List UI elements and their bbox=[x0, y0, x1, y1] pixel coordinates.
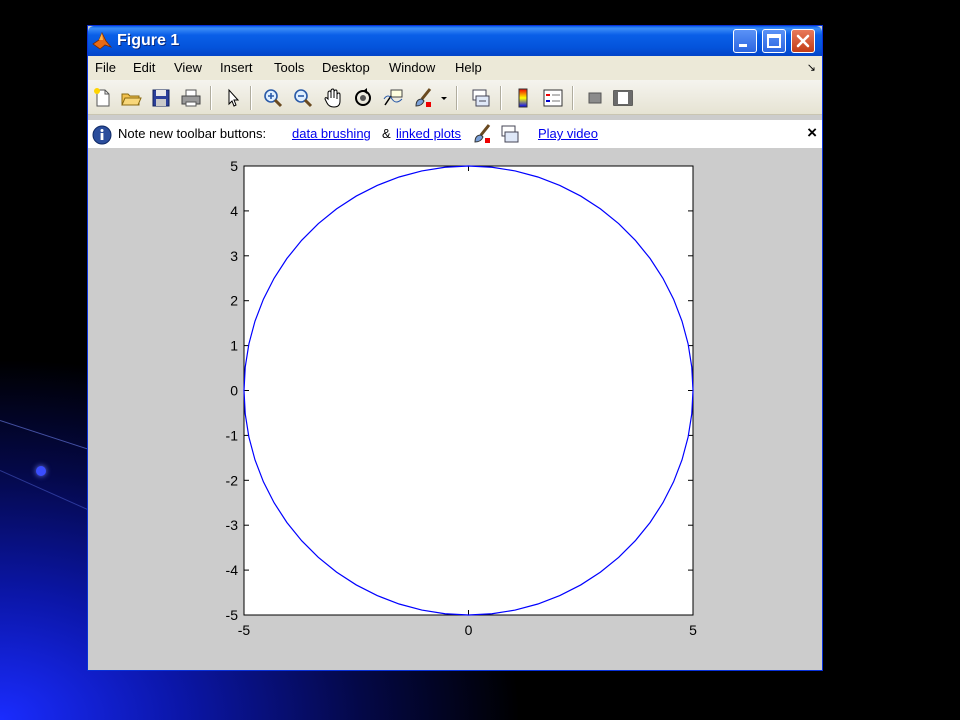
zoom-out-icon[interactable] bbox=[292, 87, 314, 109]
toolbar-separator bbox=[572, 86, 573, 110]
y-tick-label: -1 bbox=[226, 427, 239, 443]
open-folder-icon[interactable] bbox=[120, 87, 142, 109]
y-tick-label: 2 bbox=[230, 293, 238, 309]
play-video-link[interactable]: Play video bbox=[538, 126, 598, 141]
y-tick-label: -2 bbox=[226, 472, 239, 488]
print-icon[interactable] bbox=[180, 87, 202, 109]
y-tick-label: -4 bbox=[226, 562, 239, 578]
dropdown-arrow-icon[interactable] bbox=[438, 87, 450, 109]
data-brushing-link[interactable]: data brushing bbox=[292, 126, 371, 141]
y-tick-label: 0 bbox=[230, 383, 238, 399]
notification-bar: Note new toolbar buttons: data brushing … bbox=[88, 120, 822, 148]
y-tick-label: 4 bbox=[230, 203, 238, 219]
linked-plot-icon[interactable] bbox=[470, 87, 492, 109]
x-tick-label: 5 bbox=[689, 622, 697, 638]
new-file-icon[interactable] bbox=[92, 87, 114, 109]
menu-bar: File Edit View Insert Tools Desktop Wind… bbox=[88, 56, 822, 80]
dock-arrow-icon[interactable]: ↘ bbox=[807, 61, 816, 74]
brush-icon bbox=[471, 123, 493, 145]
x-tick-label: 0 bbox=[465, 622, 473, 638]
close-icon bbox=[796, 34, 810, 48]
minimize-icon bbox=[739, 44, 747, 47]
plot-area: 5 4 3 2 1 0 -1 -2 -3 -4 -5 -5 0 5 bbox=[88, 148, 822, 670]
colorbar-icon[interactable] bbox=[512, 87, 534, 109]
menu-desktop[interactable]: Desktop bbox=[322, 60, 370, 75]
y-tick-label: 1 bbox=[230, 338, 238, 354]
y-tick-label: -3 bbox=[226, 517, 239, 533]
axes-box bbox=[243, 165, 694, 616]
background-dot bbox=[36, 466, 46, 476]
y-tick-label: 3 bbox=[230, 248, 238, 264]
minimize-button[interactable] bbox=[733, 29, 757, 53]
zoom-in-icon[interactable] bbox=[262, 87, 284, 109]
data-cursor-icon[interactable] bbox=[382, 87, 404, 109]
menu-view[interactable]: View bbox=[174, 60, 202, 75]
pointer-icon[interactable] bbox=[222, 87, 244, 109]
y-tick-label: -5 bbox=[226, 607, 239, 623]
show-plot-tools-icon[interactable] bbox=[612, 87, 634, 109]
y-tick-label: 5 bbox=[230, 158, 238, 174]
figure-toolbar bbox=[88, 80, 822, 115]
note-text: Note new toolbar buttons: bbox=[118, 126, 267, 141]
note-ampersand: & bbox=[382, 126, 391, 141]
menu-window[interactable]: Window bbox=[389, 60, 435, 75]
maximize-button[interactable] bbox=[762, 29, 786, 53]
linked-plots-link[interactable]: linked plots bbox=[396, 126, 461, 141]
info-icon bbox=[92, 125, 112, 145]
figure-window: Figure 1 File Edit View Insert Tools Des… bbox=[88, 26, 822, 670]
linked-plot-icon bbox=[499, 123, 521, 145]
window-title: Figure 1 bbox=[117, 32, 180, 49]
title-bar[interactable]: Figure 1 bbox=[88, 26, 822, 56]
toolbar-separator bbox=[456, 86, 457, 110]
maximize-icon bbox=[767, 34, 781, 48]
save-icon[interactable] bbox=[150, 87, 172, 109]
axes-chart[interactable]: 5 4 3 2 1 0 -1 -2 -3 -4 -5-5 0 5 bbox=[88, 148, 822, 670]
rotate-3d-icon[interactable] bbox=[352, 87, 374, 109]
close-note-button[interactable]: × bbox=[807, 123, 817, 143]
menu-edit[interactable]: Edit bbox=[133, 60, 155, 75]
legend-icon[interactable] bbox=[542, 87, 564, 109]
toolbar-separator bbox=[210, 86, 211, 110]
brush-icon[interactable] bbox=[412, 87, 434, 109]
menu-insert[interactable]: Insert bbox=[220, 60, 253, 75]
close-button[interactable] bbox=[791, 29, 815, 53]
pan-hand-icon[interactable] bbox=[322, 87, 344, 109]
menu-file[interactable]: File bbox=[95, 60, 116, 75]
x-tick-label: -5 bbox=[238, 622, 251, 638]
matlab-logo-icon bbox=[92, 31, 113, 51]
menu-tools[interactable]: Tools bbox=[274, 60, 304, 75]
toolbar-separator bbox=[250, 86, 251, 110]
menu-help[interactable]: Help bbox=[455, 60, 482, 75]
toolbar-separator bbox=[500, 86, 501, 110]
hide-plot-tools-icon[interactable] bbox=[584, 87, 606, 109]
